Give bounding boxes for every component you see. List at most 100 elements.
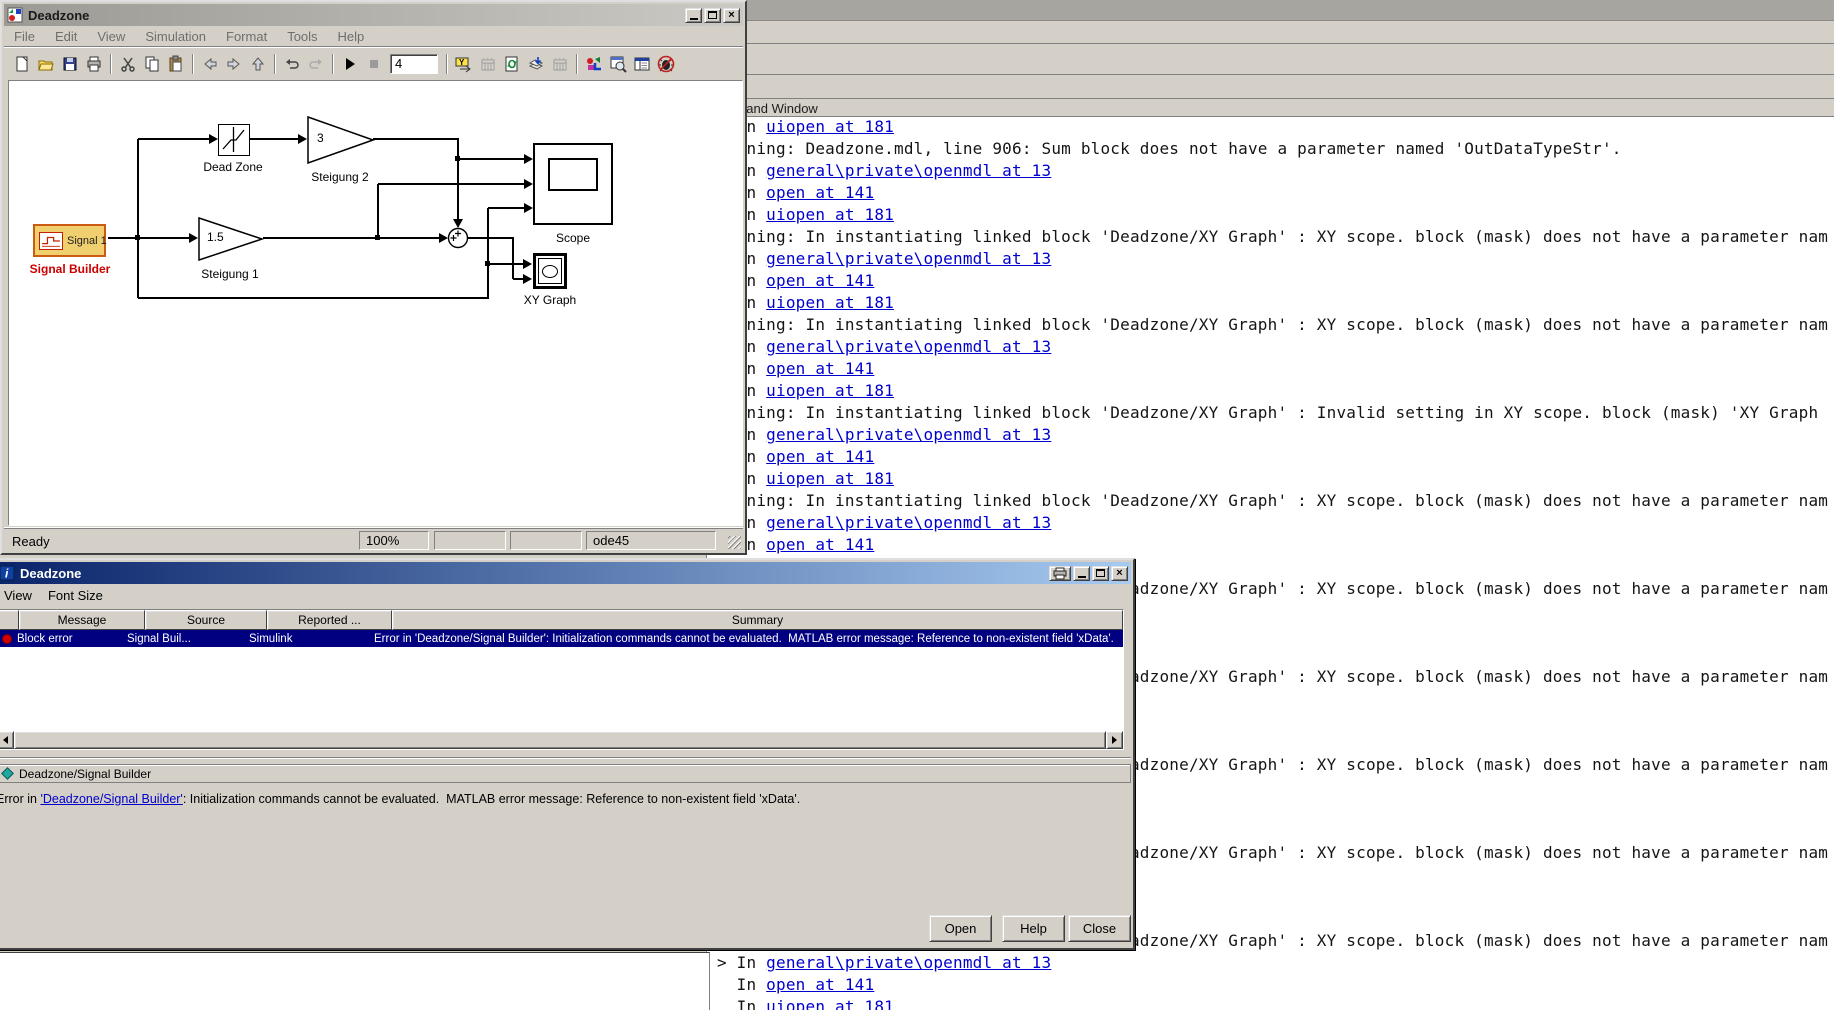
start-simulation-button[interactable] xyxy=(338,52,362,76)
stack-trace-link[interactable]: uiopen at 181 xyxy=(766,997,894,1010)
copy-button[interactable] xyxy=(140,52,164,76)
open-button[interactable]: Open xyxy=(929,915,992,942)
build-all-button[interactable] xyxy=(524,52,548,76)
stack-trace-link[interactable]: uiopen at 181 xyxy=(766,469,894,488)
maximize-button[interactable] xyxy=(704,8,721,23)
paste-button[interactable] xyxy=(164,52,188,76)
xy-graph-block[interactable] xyxy=(533,253,567,289)
block-hyperlink[interactable]: 'Deadzone/Signal Builder' xyxy=(40,792,182,806)
stack-trace-link[interactable]: open at 141 xyxy=(766,535,874,554)
stack-trace-link[interactable]: general\private\openmdl at 13 xyxy=(766,337,1051,356)
new-file-icon xyxy=(13,55,31,73)
maximize-icon xyxy=(1096,569,1105,577)
close-dialog-button[interactable]: Close xyxy=(1068,915,1131,942)
sum-block[interactable] xyxy=(447,227,469,249)
command-line: Warning: In instantiating linked block '… xyxy=(717,402,1818,424)
command-line: > In general\private\openmdl at 13 xyxy=(717,424,1051,446)
status-solver: ode45 xyxy=(586,531,716,550)
up-button[interactable] xyxy=(246,52,270,76)
column-header-reported[interactable]: Reported ... xyxy=(267,610,392,630)
wire-arrowhead xyxy=(524,203,533,213)
window-panes-icon xyxy=(633,55,651,73)
stack-trace-link[interactable]: open at 141 xyxy=(766,271,874,290)
stack-trace-link[interactable]: open at 141 xyxy=(766,447,874,466)
scrollbar-thumb[interactable] xyxy=(14,731,1106,749)
toggle-model-browser-button[interactable] xyxy=(630,52,654,76)
cut-button[interactable] xyxy=(116,52,140,76)
debug-button[interactable] xyxy=(654,52,678,76)
minimize-button[interactable] xyxy=(685,8,702,23)
open-model-button[interactable] xyxy=(34,52,58,76)
signal-builder-block[interactable]: Signal 1 xyxy=(33,224,106,257)
save-button[interactable] xyxy=(58,52,82,76)
signal-wire xyxy=(378,183,524,185)
column-header-source[interactable]: Source xyxy=(145,610,267,630)
stack-trace-link[interactable]: general\private\openmdl at 13 xyxy=(766,249,1051,268)
error-table-row[interactable]: Block error Signal Buil... Simulink Erro… xyxy=(0,630,1123,647)
stack-trace-link[interactable]: uiopen at 181 xyxy=(766,293,894,312)
menu-format[interactable]: Format xyxy=(216,27,277,46)
stack-trace-link[interactable]: open at 141 xyxy=(766,975,874,994)
dead-zone-block[interactable] xyxy=(218,124,250,156)
maximize-button[interactable] xyxy=(1092,566,1109,581)
detail-message: Error in 'Deadzone/Signal Builder': Init… xyxy=(0,792,1126,806)
scissors-icon xyxy=(119,55,137,73)
help-button[interactable]: Help xyxy=(1002,915,1065,942)
undo-button[interactable] xyxy=(280,52,304,76)
detail-block-path: Deadzone/Signal Builder xyxy=(19,767,151,781)
close-button[interactable]: × xyxy=(1111,566,1128,581)
horizontal-scrollbar[interactable] xyxy=(0,731,1123,749)
printer-icon xyxy=(1053,567,1067,580)
simulink-titlebar[interactable]: Deadzone × xyxy=(4,4,743,26)
wire-arrowhead xyxy=(523,274,532,284)
build-button[interactable] xyxy=(476,52,500,76)
column-header-message[interactable]: Message xyxy=(19,610,145,630)
column-header-summary[interactable]: Summary xyxy=(392,610,1123,630)
print-report-button[interactable] xyxy=(1049,566,1071,581)
stack-trace-link[interactable]: general\private\openmdl at 13 xyxy=(766,953,1051,972)
incremental-build-button[interactable] xyxy=(548,52,572,76)
command-text: > In xyxy=(717,953,766,972)
command-text: In xyxy=(717,975,766,994)
resize-grip[interactable] xyxy=(728,536,741,549)
menu-view[interactable]: View xyxy=(0,586,40,605)
stack-trace-link[interactable]: general\private\openmdl at 13 xyxy=(766,513,1051,532)
scroll-right-button[interactable] xyxy=(1106,731,1123,749)
print-button[interactable] xyxy=(82,52,106,76)
stack-trace-link[interactable]: open at 141 xyxy=(766,359,874,378)
update-diagram-button[interactable] xyxy=(500,52,524,76)
command-line: Warning: In instantiating linked block '… xyxy=(717,490,1828,512)
play-icon xyxy=(341,55,359,73)
stack-trace-link[interactable]: uiopen at 181 xyxy=(766,117,894,136)
menu-file[interactable]: File xyxy=(4,27,45,46)
forward-button[interactable] xyxy=(222,52,246,76)
scope-block[interactable] xyxy=(533,143,613,225)
menu-edit[interactable]: Edit xyxy=(45,27,87,46)
column-header-icon[interactable] xyxy=(0,610,19,630)
stack-trace-link[interactable]: general\private\openmdl at 13 xyxy=(766,425,1051,444)
stack-trace-link[interactable]: uiopen at 181 xyxy=(766,205,894,224)
simulation-stop-time-input[interactable] xyxy=(390,54,438,74)
menu-help[interactable]: Help xyxy=(328,27,375,46)
stop-simulation-button[interactable] xyxy=(362,52,386,76)
close-button[interactable]: × xyxy=(723,8,740,23)
row-reported: Simulink xyxy=(245,633,370,645)
model-browser-find-button[interactable] xyxy=(606,52,630,76)
new-model-button[interactable] xyxy=(10,52,34,76)
scroll-left-button[interactable] xyxy=(0,731,14,749)
menu-view[interactable]: View xyxy=(87,27,135,46)
stack-trace-link[interactable]: general\private\openmdl at 13 xyxy=(766,161,1051,180)
dialog-titlebar[interactable]: i Deadzone × xyxy=(0,562,1131,584)
model-canvas[interactable]: Signal 1 Signal Builder Dead Zone 3 Stei… xyxy=(8,80,743,526)
menu-tools[interactable]: Tools xyxy=(277,27,327,46)
minimize-button[interactable] xyxy=(1073,566,1090,581)
back-button[interactable] xyxy=(198,52,222,76)
library-browser-button[interactable] xyxy=(582,52,606,76)
detail-section-header[interactable]: Deadzone/Signal Builder xyxy=(0,764,1131,783)
external-mode-button[interactable]: Y xyxy=(452,52,476,76)
stack-trace-link[interactable]: open at 141 xyxy=(766,183,874,202)
menu-simulation[interactable]: Simulation xyxy=(135,27,216,46)
stack-trace-link[interactable]: uiopen at 181 xyxy=(766,381,894,400)
menu-font-size[interactable]: Font Size xyxy=(40,586,111,605)
redo-button[interactable] xyxy=(304,52,328,76)
